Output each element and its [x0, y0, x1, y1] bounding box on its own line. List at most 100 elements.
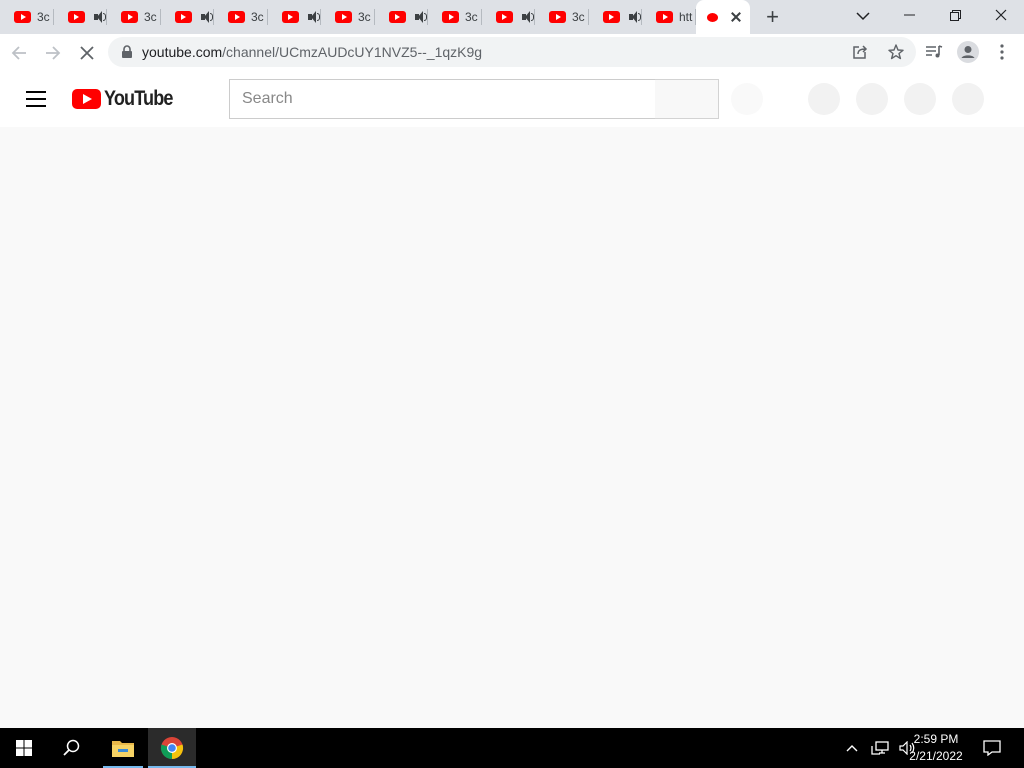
tab-list: 3c 3c 3c 3c 3c 3c htt	[0, 0, 696, 34]
file-explorer-taskbar-button[interactable]	[103, 728, 143, 768]
action-center-button[interactable]	[970, 728, 1014, 768]
minimize-button[interactable]	[886, 0, 932, 30]
browser-menu-button[interactable]	[988, 38, 1016, 66]
chrome-taskbar-button[interactable]	[148, 728, 196, 768]
tab-title: 3c	[251, 10, 264, 24]
youtube-favicon-icon	[121, 11, 138, 23]
network-button[interactable]	[866, 734, 894, 762]
tab-title: htt	[679, 10, 693, 24]
taskbar-search-button[interactable]	[48, 728, 96, 768]
tab-search-button[interactable]	[850, 6, 876, 26]
youtube-favicon-icon	[602, 11, 620, 23]
menu-line	[26, 91, 46, 93]
taskbar-clock[interactable]: 2:59 PM 2/21/2022	[906, 731, 966, 765]
youtube-favicon-icon	[14, 11, 31, 23]
stop-icon	[80, 45, 94, 60]
youtube-favicon-icon	[174, 11, 192, 23]
share-button[interactable]	[846, 38, 874, 66]
back-arrow-icon	[11, 45, 26, 60]
browser-tab[interactable]	[375, 0, 429, 34]
browser-tab[interactable]	[482, 0, 536, 34]
youtube-favicon-icon	[388, 11, 406, 23]
show-hidden-icons-button[interactable]	[838, 734, 866, 762]
back-button[interactable]	[4, 38, 34, 68]
youtube-favicon-icon	[495, 11, 513, 23]
url-host: youtube.com	[142, 44, 223, 60]
address-bar[interactable]: youtube.com/channel/UCmzAUDcUY1NVZ5--_1q…	[108, 37, 916, 67]
tab-title: 3c	[572, 10, 585, 24]
browser-tab[interactable]: 3c	[0, 0, 54, 34]
audio-playing-icon[interactable]	[307, 11, 320, 23]
close-icon	[995, 9, 1007, 21]
plus-icon: +	[766, 4, 779, 29]
page-content	[0, 127, 1024, 728]
tab-active[interactable]	[695, 0, 750, 34]
restore-icon	[949, 9, 961, 21]
search-input[interactable]	[230, 80, 655, 118]
media-control-button[interactable]	[920, 38, 948, 66]
url-path: /channel/UCmzAUDcUY1NVZ5--_1qzK9g	[222, 44, 483, 60]
browser-tab[interactable]: 3c	[214, 0, 268, 34]
chevron-down-icon	[856, 12, 870, 21]
avatar-placeholder	[952, 83, 984, 115]
browser-tab[interactable]: 3c	[428, 0, 482, 34]
youtube-favicon-icon	[67, 11, 85, 23]
browser-tab[interactable]	[54, 0, 108, 34]
new-tab-button[interactable]: +	[758, 0, 788, 34]
forward-button[interactable]	[38, 38, 68, 68]
toolbar-actions	[920, 37, 1016, 67]
restore-button[interactable]	[932, 0, 978, 30]
browser-tab[interactable]: htt	[642, 0, 696, 34]
browser-tab[interactable]	[589, 0, 643, 34]
tab-strip: 3c 3c 3c 3c 3c 3c htt +	[0, 0, 1024, 34]
star-icon	[888, 44, 904, 60]
audio-playing-icon[interactable]	[200, 11, 213, 23]
search-icon	[63, 739, 80, 756]
browser-tab[interactable]: 3c	[107, 0, 161, 34]
chevron-up-icon	[846, 745, 858, 752]
browser-toolbar: youtube.com/channel/UCmzAUDcUY1NVZ5--_1q…	[0, 34, 1024, 71]
clock-time: 2:59 PM	[913, 732, 959, 746]
masthead-button-placeholder	[808, 83, 840, 115]
browser-tab[interactable]: 3c	[321, 0, 375, 34]
share-icon	[853, 45, 868, 59]
youtube-logo[interactable]: YouTube	[72, 87, 184, 110]
windows-taskbar: 2:59 PM 2/21/2022	[0, 728, 1024, 768]
browser-tab[interactable]: 3c	[535, 0, 589, 34]
profile-avatar-icon	[957, 41, 979, 63]
tab-close-icon[interactable]	[729, 10, 743, 24]
windows-logo-icon	[16, 740, 32, 756]
audio-playing-icon[interactable]	[93, 11, 106, 23]
notification-icon	[983, 740, 1001, 756]
menu-line	[26, 105, 46, 107]
youtube-favicon-icon	[228, 11, 245, 23]
close-window-button[interactable]	[978, 0, 1024, 30]
youtube-favicon-icon	[442, 11, 459, 23]
youtube-favicon-icon	[549, 11, 566, 23]
menu-line	[26, 98, 46, 100]
youtube-favicon-icon	[706, 12, 718, 22]
browser-tab[interactable]	[268, 0, 322, 34]
guide-menu-button[interactable]	[26, 91, 46, 107]
youtube-masthead: YouTube	[0, 71, 1024, 127]
start-button[interactable]	[0, 728, 48, 768]
stop-loading-button[interactable]	[72, 38, 102, 68]
browser-tab[interactable]	[161, 0, 215, 34]
network-icon	[871, 741, 889, 755]
minimize-icon	[903, 14, 915, 16]
tab-title: 3c	[37, 10, 50, 24]
audio-playing-icon[interactable]	[521, 11, 534, 23]
tab-title: 3c	[465, 10, 478, 24]
lock-icon[interactable]	[120, 45, 134, 59]
masthead-button-placeholder	[856, 83, 888, 115]
audio-playing-icon[interactable]	[628, 11, 641, 23]
bookmark-button[interactable]	[882, 38, 910, 66]
window-controls	[886, 0, 1024, 34]
folder-icon	[112, 741, 134, 757]
audio-playing-icon[interactable]	[414, 11, 427, 23]
forward-arrow-icon	[46, 45, 61, 60]
search-button[interactable]	[655, 79, 719, 119]
youtube-favicon-icon	[281, 11, 299, 23]
profile-button[interactable]	[954, 38, 982, 66]
omnibox-actions	[846, 37, 910, 67]
